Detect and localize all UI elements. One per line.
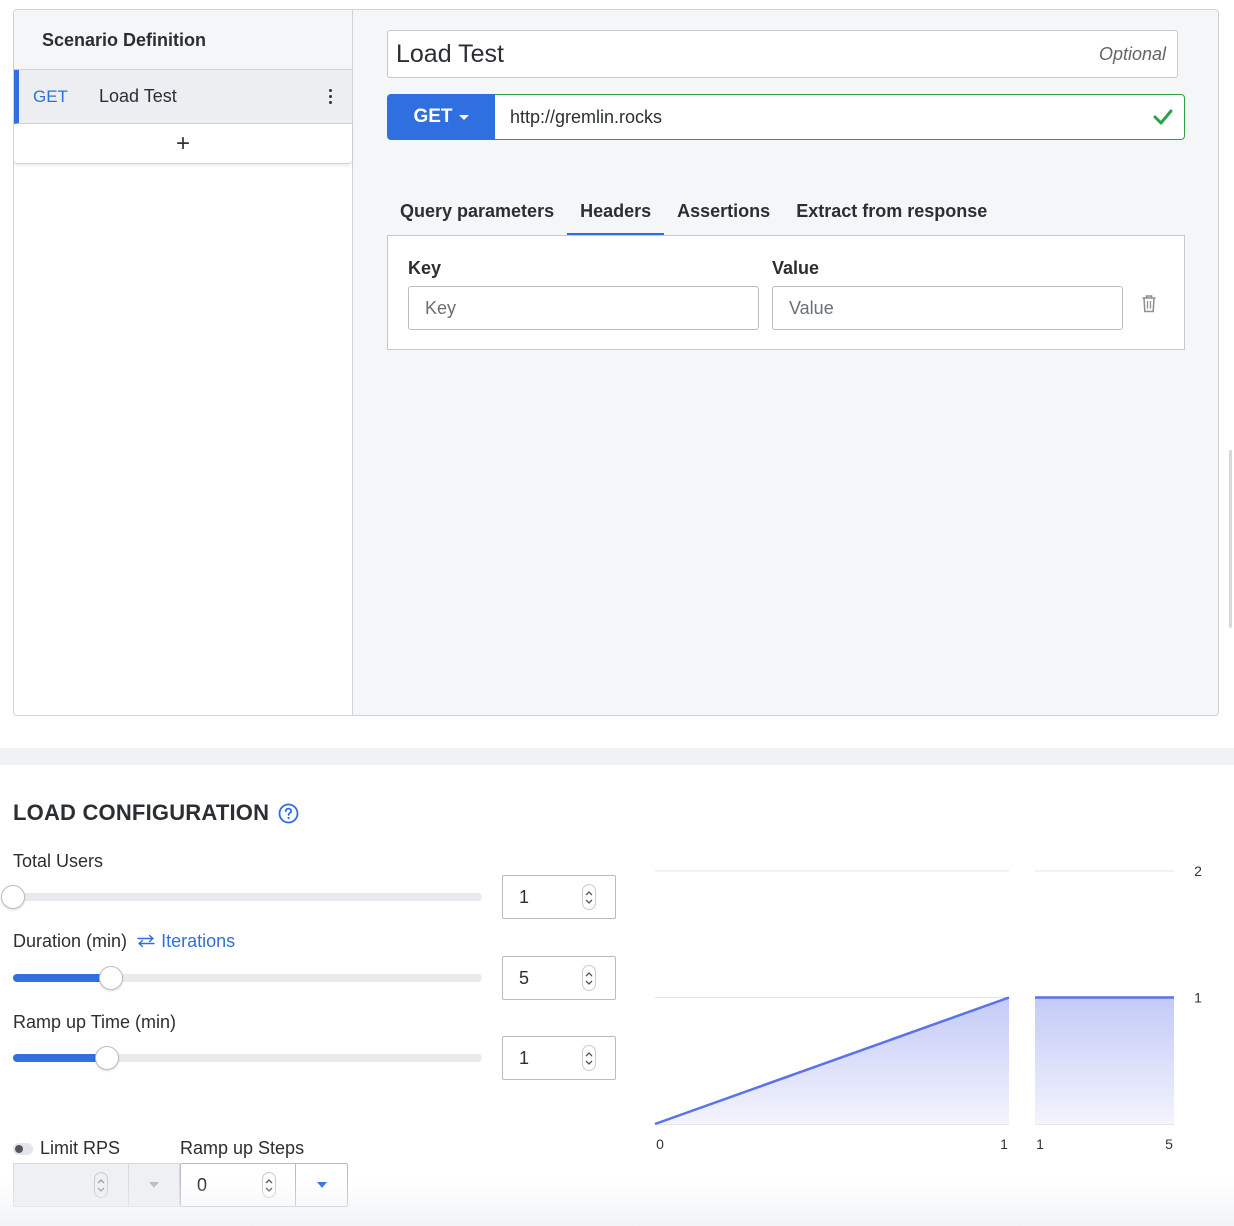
x-tick-label: 1 xyxy=(1036,1136,1044,1152)
duration-label-row: Duration (min) Iterations xyxy=(13,931,235,952)
trash-icon[interactable] xyxy=(1141,294,1157,313)
load-profile-chart: 2 1 0 1 1 5 xyxy=(654,863,1202,1152)
header-value-input[interactable] xyxy=(772,286,1123,330)
url-bar: GET xyxy=(387,94,1185,140)
limit-rps-toggle[interactable] xyxy=(13,1142,33,1155)
total-users-value: 1 xyxy=(519,886,530,907)
request-name-input[interactable] xyxy=(388,39,1099,69)
series-area xyxy=(1035,997,1174,1124)
section-divider xyxy=(0,748,1234,765)
limit-rps-row: Limit RPS xyxy=(13,1138,120,1159)
limit-rps-label: Limit RPS xyxy=(40,1138,121,1158)
tab-extract-from-response[interactable]: Extract from response xyxy=(783,188,1000,236)
request-item[interactable]: GET Load Test xyxy=(14,70,352,124)
check-icon xyxy=(1153,109,1173,125)
duration-label: Duration (min) xyxy=(13,931,128,951)
load-configuration-heading: LOAD CONFIGURATION xyxy=(13,800,270,825)
caret-down-icon xyxy=(458,114,469,120)
slider-thumb[interactable] xyxy=(1,885,25,909)
tab-headers[interactable]: Headers xyxy=(567,188,665,236)
duration-stepper[interactable]: 5 xyxy=(502,956,616,1000)
duration-value: 5 xyxy=(519,967,530,988)
tab-assertions[interactable]: Assertions xyxy=(664,188,783,236)
value-label: Value xyxy=(772,258,820,278)
header-key-input[interactable] xyxy=(408,286,759,330)
x-tick-label: 1 xyxy=(1000,1136,1008,1152)
method-label: GET xyxy=(413,106,453,127)
ramp-up-time-stepper[interactable]: 1 xyxy=(502,1036,616,1080)
scenario-card: Scenario Definition GET Load Test + Opti… xyxy=(13,9,1219,716)
limit-rps-unit-dropdown xyxy=(128,1163,180,1207)
slider-thumb[interactable] xyxy=(99,966,124,990)
request-item-method: GET xyxy=(33,86,68,106)
load-configuration-title: LOAD CONFIGURATION xyxy=(13,800,299,826)
ramp-up-time-slider[interactable] xyxy=(13,1046,482,1070)
spin-arrows-icon xyxy=(94,1172,108,1198)
slider-thumb[interactable] xyxy=(94,1046,119,1070)
y-tick-label: 1 xyxy=(1194,990,1202,1006)
x-tick-label: 0 xyxy=(656,1136,664,1152)
method-dropdown-button[interactable]: GET xyxy=(387,94,495,140)
more-options-icon[interactable] xyxy=(318,85,342,109)
iterations-toggle[interactable]: Iterations xyxy=(136,931,235,951)
iterations-label: Iterations xyxy=(161,931,236,951)
ramp-up-time-value: 1 xyxy=(519,1047,530,1068)
request-tabs: Query parameters Headers Assertions Extr… xyxy=(387,188,1000,236)
url-input[interactable] xyxy=(495,106,1152,128)
ramp-up-steps-label: Ramp up Steps xyxy=(180,1138,305,1158)
spin-arrows-icon[interactable] xyxy=(582,1045,596,1071)
page-scrollbar[interactable] xyxy=(1229,450,1232,628)
ramp-up-steps-input[interactable]: 0 xyxy=(181,1164,296,1206)
request-editor: Optional GET Query parameters Headers As… xyxy=(354,10,1218,715)
spin-arrows-icon[interactable] xyxy=(582,884,596,910)
optional-hint: Optional xyxy=(1098,43,1166,64)
scenario-sidebar: Scenario Definition GET Load Test + xyxy=(14,10,353,715)
ramp-up-steps-dropdown[interactable] xyxy=(296,1164,347,1206)
request-name-field: Optional xyxy=(387,30,1178,78)
scenario-title: Scenario Definition xyxy=(14,10,352,70)
headers-panel: Key Value xyxy=(387,235,1185,350)
total-users-stepper[interactable]: 1 xyxy=(502,875,616,919)
slider-fill xyxy=(13,974,112,982)
swap-icon xyxy=(137,934,155,948)
spin-arrows-icon[interactable] xyxy=(582,965,596,991)
slider-fill xyxy=(13,1054,107,1062)
plus-icon: + xyxy=(175,129,190,157)
ramp-up-time-label: Ramp up Time (min) xyxy=(13,1012,177,1032)
caret-down-icon xyxy=(316,1182,327,1188)
key-label: Key xyxy=(408,258,442,278)
y-tick-label: 2 xyxy=(1194,863,1202,879)
ramp-up-steps-input-group: 0 xyxy=(180,1163,348,1207)
add-request-button[interactable]: + xyxy=(14,124,352,164)
total-users-label: Total Users xyxy=(13,851,104,871)
ramp-up-steps-value: 0 xyxy=(197,1174,208,1195)
tab-query-parameters[interactable]: Query parameters xyxy=(387,188,567,236)
duration-slider[interactable] xyxy=(13,966,482,990)
limit-rps-input-group xyxy=(13,1163,180,1207)
limit-rps-input xyxy=(13,1163,128,1207)
x-tick-label: 5 xyxy=(1165,1136,1173,1152)
spin-arrows-icon[interactable] xyxy=(262,1172,276,1198)
caret-down-icon xyxy=(149,1182,159,1188)
request-item-name: Load Test xyxy=(99,86,177,106)
total-users-slider[interactable] xyxy=(1,885,482,909)
help-icon[interactable] xyxy=(278,803,299,824)
url-field xyxy=(495,94,1185,140)
